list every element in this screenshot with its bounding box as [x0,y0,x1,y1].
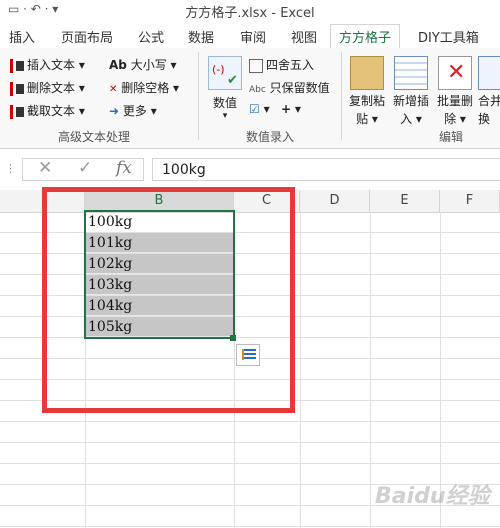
tab-view[interactable]: 视图 [291,27,317,46]
value-button[interactable]: (-) ✔ 数值 ▾ [207,56,243,121]
column-header-d[interactable]: D [300,190,370,212]
tab-insert[interactable]: 插入 [9,27,35,46]
more-button[interactable]: ➜ 更多 ▾ [109,102,157,119]
add-insert-button[interactable]: 新增插 入 ▾ [391,56,431,127]
column-header-f[interactable]: F [440,190,500,212]
ribbon-tabs: 插入 页面布局 公式 数据 审阅 视图 方方格子 DIY工具箱 [0,22,500,52]
merge-icon [478,56,500,90]
number-format-buttons[interactable]: ☑ ▾ + ▾ [249,102,301,116]
abc-icon: Abc [249,85,266,95]
tab-page-layout[interactable]: 页面布局 [61,27,113,46]
tab-diy-toolbox[interactable]: DIY工具箱 [418,27,479,46]
round-icon [249,58,263,73]
group-separator [198,52,199,140]
keep-value-button[interactable]: Abc 只保留数值 [249,79,330,96]
insert-text-button[interactable]: 插入文本 ▾ [10,56,85,73]
ribbon: 插入文本 ▾ 删除文本 ▾ 截取文本 ▾ Ab 大小写 ▾ ✕ 删除空格 ▾ ➜… [0,48,500,149]
insert-text-icon [10,58,24,73]
confirm-icon[interactable]: ✓ [78,158,92,178]
batch-delete-button[interactable]: ✕ 批量删 除 ▾ [435,56,475,127]
tab-data[interactable]: 数据 [188,27,214,46]
arrow-right-icon: ➜ [109,104,120,118]
formula-input[interactable]: 100kg [152,158,500,181]
tab-formulas[interactable]: 公式 [138,27,164,46]
title-bar: ▭ · ↶ · ▾ 方方格子.xlsx - Excel [0,0,500,22]
copy-paste-button[interactable]: 复制粘 贴 ▾ [347,56,387,127]
delete-grid-icon: ✕ [438,56,472,90]
watermark: Baidu经验 [375,484,490,509]
group-separator [341,52,342,140]
group-label-edit: 编辑 [439,130,464,144]
merge-convert-button[interactable]: 合并 换 [478,56,500,127]
insert-function-icon[interactable]: fx [116,158,132,178]
check-list-icon: ☑ [249,102,260,116]
drag-handle-icon[interactable]: ⋮ [5,162,16,175]
extract-text-button[interactable]: 截取文本 ▾ [10,102,85,119]
value-icon: (-) ✔ [208,56,242,90]
insert-rows-icon [394,56,428,90]
extract-text-icon [10,104,24,119]
delete-text-icon [10,81,24,96]
case-button[interactable]: Ab 大小写 ▾ [109,56,177,73]
remove-spaces-button[interactable]: ✕ 删除空格 ▾ [109,79,179,96]
column-header-e[interactable]: E [370,190,440,212]
round-button[interactable]: 四舍五入 [249,56,314,73]
group-label-text: 高级文本处理 [58,130,131,144]
cancel-icon[interactable]: ✕ [38,158,52,178]
delete-text-button[interactable]: 删除文本 ▾ [10,79,85,96]
case-icon: Ab [109,58,127,72]
highlight-annotation-box [42,187,295,413]
plus-icon: + [281,102,292,116]
formula-bar: ⋮ ✕ ✓ fx 100kg [0,154,500,184]
remove-spaces-icon: ✕ [109,84,118,95]
clipboard-icon [350,56,384,90]
tab-review[interactable]: 审阅 [240,27,266,46]
group-label-number: 数值录入 [246,130,295,144]
window-title: 方方格子.xlsx - Excel [185,6,315,21]
